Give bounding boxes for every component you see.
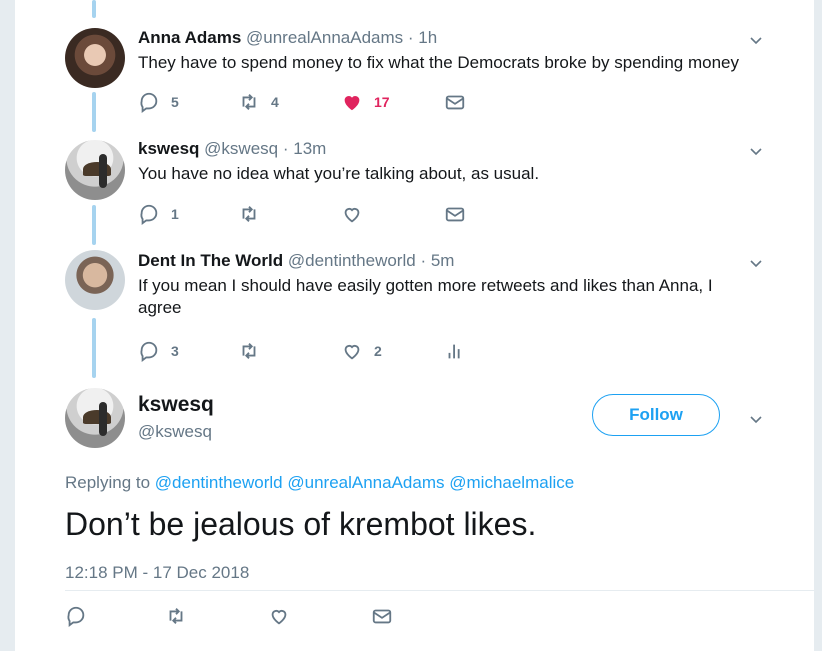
reply-button[interactable]: 5 [138,90,179,114]
chevron-down-icon[interactable] [750,258,762,270]
follow-button[interactable]: Follow [592,394,720,436]
heart-icon [344,208,360,223]
like-button[interactable]: 2 [341,339,382,363]
reply-button[interactable]: 3 [138,339,179,363]
analytics-button[interactable] [444,339,466,363]
retweet-button[interactable] [238,202,260,226]
dm-button[interactable] [371,604,393,628]
timestamp[interactable]: · 5m [420,251,454,270]
dm-button[interactable] [444,202,466,226]
heart-icon [271,610,287,625]
reply-icon [140,92,158,113]
like-count: 17 [374,94,390,110]
tweet-text: They have to spend money to fix what the… [138,53,739,72]
retweet-button[interactable] [238,339,260,363]
handle[interactable]: @unrealAnnaAdams [246,28,403,47]
tweet-text: If you mean I should have easily gotten … [138,276,713,317]
reply-icon [140,204,158,225]
chevron-down-icon[interactable] [750,146,762,158]
thread-line [92,0,96,18]
tweet-text: You have no idea what you’re talking abo… [138,164,540,183]
mention-link[interactable]: @michaelmalice [449,473,574,492]
retweet-icon [242,206,256,222]
tweet-header: Dent In The World @dentintheworld · 5m [138,251,454,271]
avatar[interactable] [65,28,125,88]
avatar[interactable] [65,250,125,310]
envelope-icon [445,207,465,222]
heart-icon [344,345,360,360]
like-button[interactable] [268,604,290,628]
handle[interactable]: @kswesq [204,139,278,158]
reply-count: 3 [171,343,179,359]
tweet-text: Don’t be jealous of krembot likes. [65,506,537,542]
replying-to: Replying to @dentintheworld @unrealAnnaA… [65,473,574,493]
thread-line [92,205,96,245]
retweet-icon [169,608,183,624]
retweet-count: 4 [271,94,279,110]
handle[interactable]: @dentintheworld [288,251,416,270]
display-name[interactable]: Anna Adams [138,28,241,47]
retweet-button[interactable] [165,604,187,628]
avatar[interactable] [65,140,125,200]
display-name[interactable]: Dent In The World [138,251,283,270]
tweet-header: Anna Adams @unrealAnnaAdams · 1h [138,28,437,48]
mention-link[interactable]: @dentintheworld [155,473,283,492]
timestamp[interactable]: · 13m [283,139,326,158]
divider [65,590,814,591]
like-button[interactable]: 17 [341,90,390,114]
avatar[interactable] [65,388,125,448]
heart-icon [344,96,360,111]
retweet-button[interactable]: 4 [238,90,279,114]
tweet-header: kswesq @kswesq · 13m [138,139,326,159]
dm-button[interactable] [444,90,466,114]
retweet-icon [242,94,256,110]
reply-icon [67,606,85,627]
mention-link[interactable]: @unrealAnnaAdams [287,473,444,492]
reply-count: 1 [171,206,179,222]
reply-icon [140,341,158,362]
thread-line [92,318,96,378]
reply-button[interactable] [65,604,87,628]
reply-button[interactable]: 1 [138,202,179,226]
handle[interactable]: @kswesq [138,422,212,442]
envelope-icon [445,95,465,110]
envelope-icon [372,609,392,624]
thread-line [92,92,96,132]
display-name[interactable]: kswesq [138,393,214,417]
reply-count: 5 [171,94,179,110]
like-count: 2 [374,343,382,359]
timestamp[interactable]: · 1h [408,28,437,47]
retweet-icon [242,343,256,359]
replying-label: Replying to [65,473,151,492]
chevron-down-icon[interactable] [750,35,762,47]
tweet-thread-panel: Anna Adams @unrealAnnaAdams · 1h They ha… [15,0,814,651]
display-name[interactable]: kswesq [138,139,199,158]
like-button[interactable] [341,202,363,226]
chevron-down-icon[interactable] [750,414,762,426]
analytics-icon [448,344,460,359]
tweet-timestamp[interactable]: 12:18 PM - 17 Dec 2018 [65,563,249,583]
